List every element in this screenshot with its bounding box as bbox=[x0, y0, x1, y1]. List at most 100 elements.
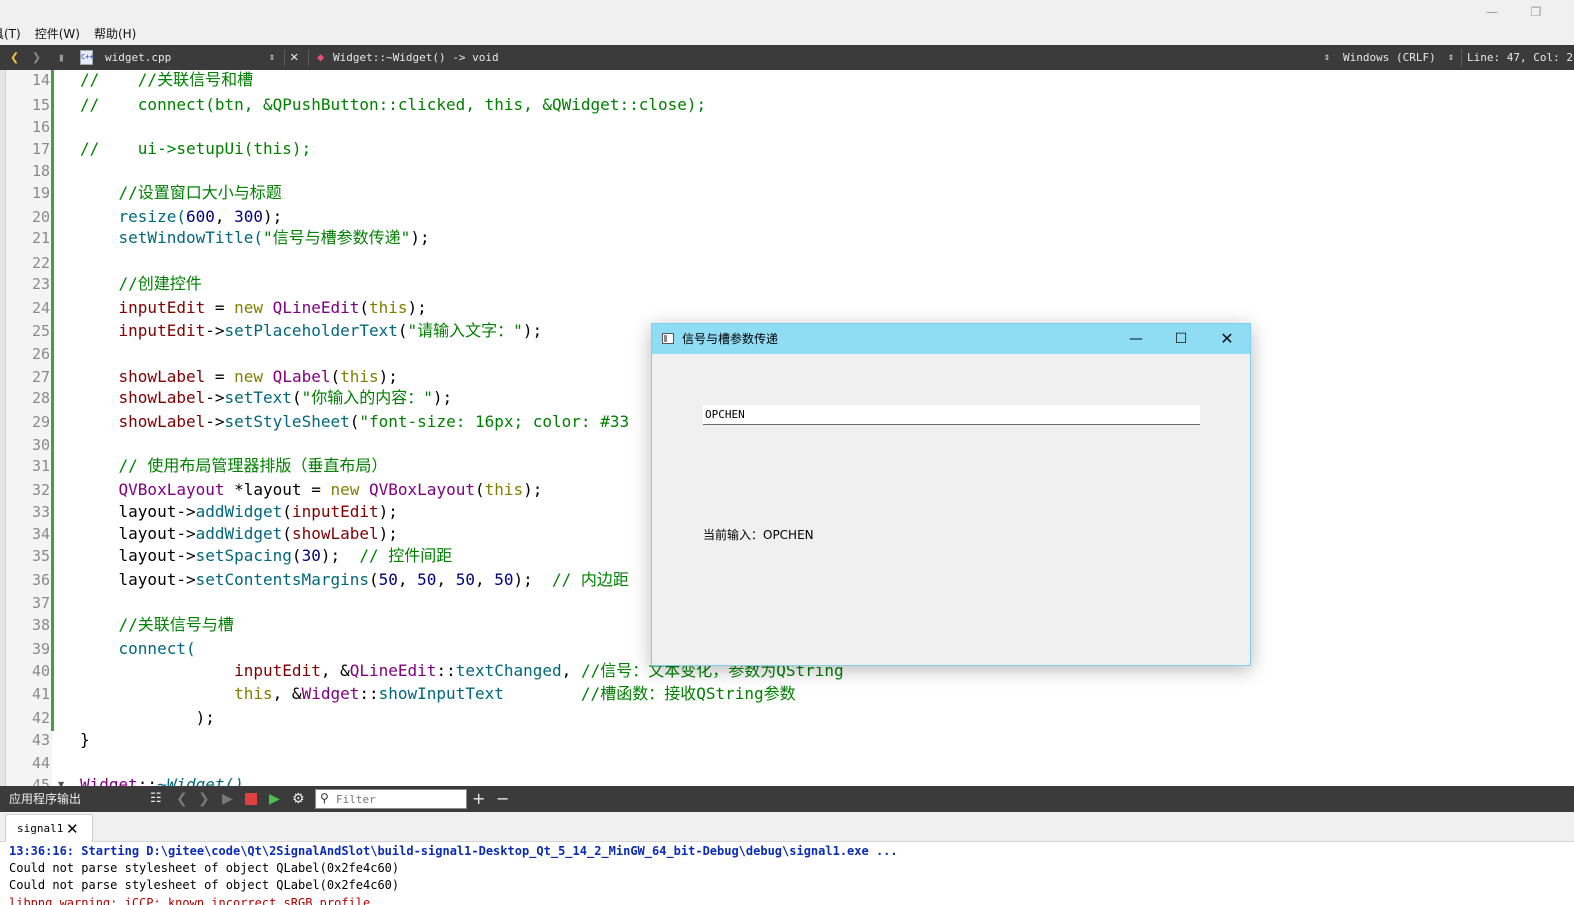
line-ending-selector[interactable]: Windows (CRLF) bbox=[1343, 45, 1436, 70]
dialog-titlebar[interactable]: 信号与槽参数传递 — ☐ ✕ bbox=[652, 324, 1250, 354]
output-console[interactable]: 13:36:16: Starting D:\gitee\code\Qt\2Sig… bbox=[0, 842, 1574, 905]
code-token: layout bbox=[80, 546, 177, 565]
minimize-icon[interactable]: — bbox=[1114, 324, 1158, 354]
window-close-icon[interactable]: ✕ bbox=[1205, 324, 1249, 354]
code-token: ( bbox=[330, 367, 341, 386]
code-token: -> bbox=[205, 321, 225, 340]
code-token: 300 bbox=[234, 207, 264, 226]
code-token: -> bbox=[176, 546, 196, 565]
code-line: // //关联信号和槽 bbox=[80, 70, 254, 89]
text-input[interactable] bbox=[703, 405, 1200, 425]
clear-icon[interactable]: ☷ bbox=[150, 786, 162, 812]
line-number: 15 bbox=[31, 96, 50, 114]
code-token: ( bbox=[349, 412, 360, 431]
code-token: ( bbox=[397, 321, 408, 340]
tab-label: signal1 bbox=[17, 822, 64, 835]
code-token: ( bbox=[282, 502, 292, 521]
filter-input[interactable] bbox=[336, 791, 462, 807]
editor-toolbar: ❮ ❯ ▮ C++ widget.cpp ⇕ ✕ ◆ Widget::~Widg… bbox=[0, 45, 1574, 70]
signal-slot-dialog: 信号与槽参数传递 — ☐ ✕ 当前输入：OPCHEN bbox=[651, 323, 1251, 666]
close-icon[interactable]: ✕ bbox=[290, 45, 298, 70]
settings-icon[interactable]: ⚙ bbox=[292, 786, 305, 812]
code-token: , bbox=[561, 661, 581, 680]
add-icon[interactable]: + bbox=[472, 786, 485, 812]
code-token: , bbox=[397, 570, 418, 589]
search-icon: ⚲ bbox=[320, 791, 329, 805]
code-line: // connect(btn, &QPushButton::clicked, t… bbox=[80, 95, 707, 114]
code-token: QLineEdit bbox=[263, 298, 360, 317]
code-token: addWidget bbox=[195, 524, 283, 543]
code-token: layout bbox=[80, 570, 177, 589]
code-token: ); bbox=[378, 502, 398, 521]
code-line: // 使用布局管理器排版（垂直布局） bbox=[80, 456, 388, 475]
code-token: setText bbox=[224, 388, 292, 407]
code-line: layout->setSpacing(30); // 控件间距 bbox=[80, 546, 453, 566]
code-token: , bbox=[214, 207, 235, 226]
line-number: 30 bbox=[31, 436, 50, 454]
code-token: 50 bbox=[494, 570, 514, 589]
output-filter-field[interactable]: ⚲ bbox=[315, 789, 467, 809]
maximize-icon[interactable]: ☐ bbox=[1159, 324, 1203, 354]
ide-restore-icon[interactable]: ❐ bbox=[1514, 2, 1558, 22]
code-token: inputEdit bbox=[80, 661, 321, 680]
cursor-position[interactable]: Line: 47, Col: 2 bbox=[1467, 45, 1573, 70]
line-number: 45 bbox=[31, 776, 50, 786]
code-token: -> bbox=[205, 388, 225, 407]
code-token: -> bbox=[176, 502, 196, 521]
code-line: //设置窗口大小与标题 bbox=[80, 183, 282, 202]
code-token: ); bbox=[320, 546, 360, 565]
code-token: setStyleSheet bbox=[224, 412, 350, 431]
menu-bar: 具(T) 控件(W) 帮助(H) bbox=[0, 24, 1574, 45]
forward-arrow-icon[interactable]: ❯ bbox=[32, 45, 41, 70]
cpp-file-icon: C++ bbox=[80, 50, 94, 65]
prev-icon[interactable]: ❮ bbox=[176, 786, 188, 812]
code-token: this bbox=[340, 367, 379, 386]
lock-icon[interactable]: ▮ bbox=[58, 45, 65, 70]
toolbar-divider bbox=[284, 49, 285, 66]
line-number: 23 bbox=[31, 275, 50, 293]
run-icon[interactable]: ▶ bbox=[222, 786, 233, 812]
file-selector-chevron-icon[interactable]: ⇕ bbox=[269, 45, 275, 70]
menu-item-tools[interactable]: 具(T) bbox=[0, 24, 29, 45]
file-name[interactable]: widget.cpp bbox=[105, 45, 171, 70]
tab-close-icon[interactable]: ✕ bbox=[66, 815, 79, 843]
toolbar-divider bbox=[308, 49, 309, 66]
function-selector[interactable]: Widget::~Widget() -> void bbox=[333, 45, 499, 70]
line-number: 29 bbox=[31, 413, 50, 431]
console-line: Could not parse stylesheet of object QLa… bbox=[9, 861, 400, 875]
code-token: ( bbox=[291, 388, 302, 407]
line-number: 20 bbox=[31, 208, 50, 226]
next-icon[interactable]: ❯ bbox=[198, 786, 210, 812]
rerun-icon[interactable]: ▶ bbox=[269, 786, 280, 812]
line-number: 38 bbox=[31, 616, 50, 634]
ide-minimize-icon[interactable]: — bbox=[1470, 2, 1514, 22]
code-token: , & bbox=[272, 684, 302, 703]
code-token: :: bbox=[359, 684, 379, 703]
back-arrow-icon[interactable]: ❮ bbox=[10, 45, 19, 70]
code-line: this, &Widget::showInputText //槽函数：接收QSt… bbox=[80, 684, 796, 704]
output-pane-title[interactable]: 应用程序输出 bbox=[9, 786, 81, 812]
tab-signal1[interactable]: signal1 ✕ bbox=[5, 814, 93, 842]
code-token: Widget bbox=[301, 684, 360, 703]
line-ending-chevron-icon[interactable]: ⇕ bbox=[1324, 45, 1330, 70]
code-line: inputEdit = new QLineEdit(this); bbox=[80, 298, 427, 318]
code-line: resize(600, 300); bbox=[80, 207, 283, 227]
code-token: "font-size: 16px; color: #33 bbox=[359, 412, 630, 431]
line-number: 22 bbox=[31, 254, 50, 272]
code-token: QVBoxLayout bbox=[80, 480, 225, 499]
stop-icon[interactable] bbox=[245, 793, 257, 805]
code-line: QVBoxLayout *layout = new QVBoxLayout(th… bbox=[80, 480, 543, 500]
line-number: 41 bbox=[31, 685, 50, 703]
line-number: 40 bbox=[31, 662, 50, 680]
menu-item-help[interactable]: 帮助(H) bbox=[94, 24, 144, 45]
code-token: "你输入的内容：" bbox=[301, 388, 433, 407]
code-token: = bbox=[205, 298, 235, 317]
line-number: 43 bbox=[31, 731, 50, 749]
code-token: textChanged bbox=[455, 661, 562, 680]
code-line: //关联信号与槽 bbox=[80, 615, 234, 634]
remove-icon[interactable]: − bbox=[496, 786, 509, 812]
menu-item-widgets[interactable]: 控件(W) bbox=[35, 24, 88, 45]
cursor-chevron-icon[interactable]: ⇕ bbox=[1448, 45, 1454, 70]
dialog-title: 信号与槽参数传递 bbox=[682, 332, 779, 346]
code-token: showLabel bbox=[80, 412, 206, 431]
